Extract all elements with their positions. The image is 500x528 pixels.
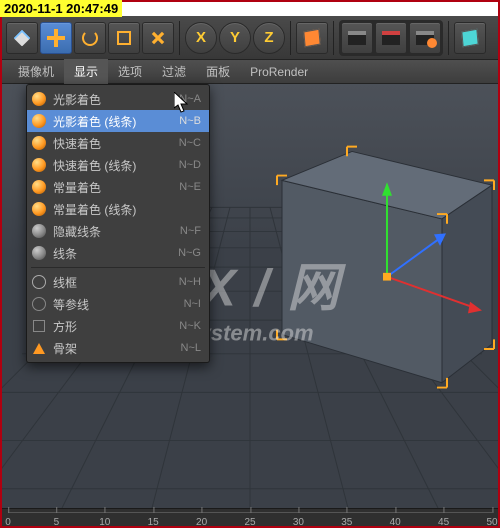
menu-options[interactable]: 选项 [108,59,152,84]
cube-object[interactable] [277,147,494,388]
sphere-icon [31,201,47,217]
menu-item-constant[interactable]: 常量着色 N~E [27,176,209,198]
menu-item-constant-lines[interactable]: 常量着色 (线条) [27,198,209,220]
sphere-icon [31,157,47,173]
sphere-faded-icon [31,245,47,261]
menu-item-lines[interactable]: 线条 N~G [27,242,209,264]
render-take-button[interactable] [341,22,373,54]
move-tool-button[interactable] [40,22,72,54]
render-group [339,20,443,56]
menu-item-isoparm[interactable]: 等参线 N~I [27,293,209,315]
menu-filter[interactable]: 过滤 [152,59,196,84]
render-region-button[interactable] [375,22,407,54]
menu-item-quick[interactable]: 快速着色 N~C [27,132,209,154]
menu-item-box[interactable]: 方形 N~K [27,315,209,337]
sphere-icon [31,135,47,151]
sphere-icon [31,179,47,195]
cursor-tool-button[interactable] [6,22,38,54]
scale-tool-button[interactable] [108,22,140,54]
main-toolbar: X Y Z [2,16,498,60]
menu-item-gouraud[interactable]: 光影着色 N~A [27,88,209,110]
viewport-menubar: 摄像机 显示 选项 过滤 面板 ProRender [2,60,498,84]
timeline-track[interactable]: 0 5 10 15 20 25 30 35 40 45 50 [8,512,492,524]
menu-prorender[interactable]: ProRender [240,61,318,83]
wireframe-icon [31,274,47,290]
timeline[interactable]: 0 5 10 15 20 25 30 35 40 45 50 [2,508,498,526]
box-icon [31,318,47,334]
menu-item-gouraud-lines[interactable]: 光影着色 (线条) N~B [27,110,209,132]
menu-camera[interactable]: 摄像机 [8,59,64,84]
display-menu-dropdown: 光影着色 N~A 光影着色 (线条) N~B 快速着色 N~C 快速着色 (线条… [26,84,210,363]
axis-x-button[interactable]: X [185,22,217,54]
axis-z-button[interactable]: Z [253,22,285,54]
object-mode-button[interactable] [296,22,328,54]
circle-icon [31,296,47,312]
menu-separator [31,267,205,268]
menu-item-skeleton[interactable]: 骨架 N~L [27,337,209,359]
last-tool-button[interactable] [142,22,174,54]
rotate-tool-button[interactable] [74,22,106,54]
primitive-cube-button[interactable] [454,22,486,54]
timestamp-overlay: 2020-11-1 20:47:49 [0,0,122,17]
menu-item-wireframe[interactable]: 线框 N~H [27,271,209,293]
sphere-icon [31,113,47,129]
menu-display[interactable]: 显示 [64,59,108,84]
menu-item-quick-lines[interactable]: 快速着色 (线条) N~D [27,154,209,176]
sphere-faded-icon [31,223,47,239]
menu-panel[interactable]: 面板 [196,59,240,84]
axis-y-button[interactable]: Y [219,22,251,54]
render-settings-button[interactable] [409,22,441,54]
menu-item-hidden-line[interactable]: 隐藏线条 N~F [27,220,209,242]
skeleton-icon [31,340,47,356]
sphere-icon [31,91,47,107]
app-window: X Y Z 摄像机 显示 选项 过滤 面板 ProRender [2,16,498,526]
